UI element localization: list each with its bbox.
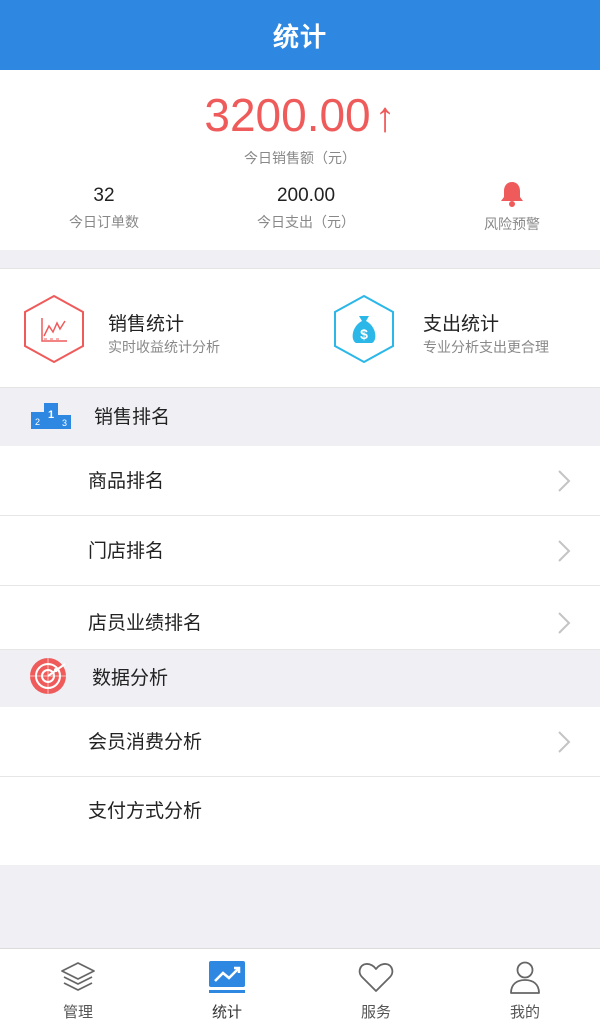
tab-manage[interactable]: 管理 [3,949,153,1025]
risk-alert[interactable]: 风险预警 [422,180,600,234]
sales-stats-subtitle: 实时收益统计分析 [108,340,220,356]
orders-count: 32 [93,185,115,206]
chevron-right-icon [558,731,571,753]
tab-service[interactable]: 服务 [301,949,451,1025]
list-item-label: 会员消费分析 [88,731,203,753]
tab-statistics[interactable]: 统计 [152,949,302,1025]
chevron-right-icon [558,612,571,634]
bell-icon [422,180,600,208]
today-summary: 3200.00↑ 今日销售额（元） 32 今日订单数 200.00 今日支出（元… [0,70,600,250]
list-item-payment-method[interactable]: 支付方式分析 [0,777,600,865]
section-data-analysis: 数据分析 [0,650,600,702]
trend-up-arrow: ↑ [374,93,396,140]
list-item-staff-ranking[interactable]: 店员业绩排名 [0,586,600,650]
svg-text:$: $ [360,326,368,342]
tab-label: 统计 [211,1003,242,1021]
orders-stat[interactable]: 32 今日订单数 [14,182,194,232]
section-title: 销售排名 [94,405,171,428]
list-item-label: 店员业绩排名 [88,612,203,634]
tab-label: 管理 [62,1003,93,1021]
list-item-member-spending[interactable]: 会员消费分析 [0,707,600,777]
title-bar: 统计 [0,0,600,70]
expense-stat[interactable]: 200.00 今日支出（元） [216,182,396,232]
chevron-right-icon [558,470,571,492]
layers-icon [61,962,95,991]
section-sales-ranking: 2 1 3 销售排名 [0,389,600,441]
tab-label: 我的 [509,1003,540,1021]
sales-amount-value: 3200.00 [204,89,371,141]
chevron-right-icon [558,540,571,562]
orders-label: 今日订单数 [69,215,139,231]
tab-label: 服务 [360,1003,391,1021]
section-title: 数据分析 [92,666,169,689]
radar-icon [30,658,66,694]
line-chart-hexagon-icon [24,294,84,364]
list-item-store-ranking[interactable]: 门店排名 [0,516,600,586]
expense-stats-entry[interactable]: $ 支出统计 专业分析支出更合理 [300,269,600,389]
list-item-label: 门店排名 [88,540,165,562]
expense-value: 200.00 [276,185,336,206]
list-item-label: 支付方式分析 [88,800,203,822]
expense-stats-title: 支出统计 [423,313,500,335]
svg-text:3: 3 [62,418,67,428]
sales-stats-title: 销售统计 [108,313,185,335]
tab-mine[interactable]: 我的 [450,949,600,1025]
money-bag-hexagon-icon: $ [334,294,394,364]
quick-entries: 销售统计 实时收益统计分析 $ 支出统计 专业分析支出更合理 [0,268,600,388]
sales-amount-label: 今日销售额（元） [244,151,356,167]
list-item-label: 商品排名 [88,470,165,492]
expense-stats-subtitle: 专业分析支出更合理 [423,340,549,356]
expense-label: 今日支出（元） [257,215,355,231]
svg-text:2: 2 [35,417,40,427]
podium-icon: 2 1 3 [31,403,71,429]
sales-amount: 3200.00↑ [0,88,600,142]
user-icon [510,961,540,994]
trend-chart-icon [209,961,245,993]
page-title: 统计 [272,22,327,53]
bottom-tab-bar: 管理 统计 服务 我的 [0,948,600,1025]
svg-text:1: 1 [48,409,54,421]
risk-label: 风险预警 [484,217,540,233]
heart-icon [358,963,394,992]
list-item-product-ranking[interactable]: 商品排名 [0,446,600,516]
sales-stats-entry[interactable]: 销售统计 实时收益统计分析 [0,269,300,389]
